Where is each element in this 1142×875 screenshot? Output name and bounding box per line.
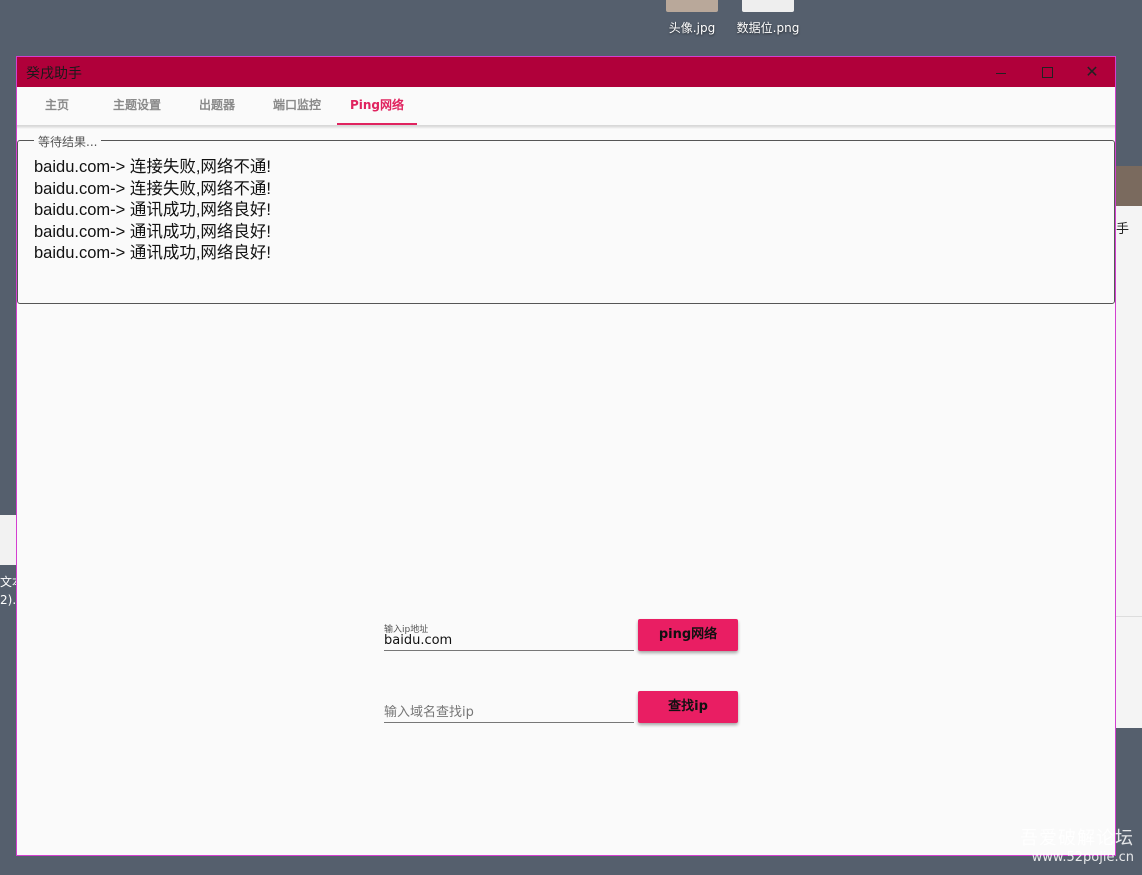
tab-bar: 主页 主题设置 出题器 端口监控 Ping网络 — [17, 87, 1115, 126]
domain-input[interactable] — [384, 705, 634, 723]
maximize-icon — [1041, 66, 1053, 78]
image-thumbnail-icon — [666, 0, 718, 12]
ip-input[interactable] — [384, 633, 634, 651]
tab-port-monitor[interactable]: 端口监控 — [257, 87, 337, 125]
image-thumbnail-icon — [742, 0, 794, 12]
tab-question-generator[interactable]: 出题器 — [177, 87, 257, 125]
app-window: 癸戌助手 ✕ 主页 主题设置 出题器 端口监控 Ping网络 等待结果... b… — [16, 56, 1116, 856]
results-legend: 等待结果... — [34, 133, 102, 150]
tab-ping-network[interactable]: Ping网络 — [337, 87, 417, 125]
tab-theme-settings[interactable]: 主题设置 — [97, 87, 177, 125]
minimize-button[interactable] — [978, 57, 1024, 87]
desktop-icon-data-png[interactable]: 数据位.png — [733, 0, 803, 36]
close-button[interactable]: ✕ — [1069, 57, 1115, 87]
result-line: baidu.com-> 通讯成功,网络良好! — [34, 222, 272, 241]
maximize-button[interactable] — [1024, 57, 1070, 87]
close-icon: ✕ — [1085, 62, 1099, 81]
background-window: 手 — [1112, 166, 1142, 728]
tab-home[interactable]: 主页 — [17, 87, 97, 125]
results-text: baidu.com-> 连接失败,网络不通! baidu.com-> 连接失败,… — [34, 157, 271, 265]
find-ip-button[interactable]: 查找ip — [638, 691, 738, 723]
desktop-icon-avatar-jpg[interactable]: 头像.jpg — [657, 0, 727, 36]
background-file-thumbnail — [0, 515, 16, 565]
result-line: baidu.com-> 连接失败,网络不通! — [34, 158, 272, 176]
tab-bar-shadow — [17, 126, 1115, 129]
watermark: 吾爱破解论坛 www.52pojie.cn — [1020, 828, 1134, 865]
result-line: baidu.com-> 连接失败,网络不通! — [34, 179, 272, 198]
result-line: baidu.com-> 通讯成功,网络良好! — [34, 201, 272, 220]
window-title: 癸戌助手 — [26, 66, 82, 82]
ping-button[interactable]: ping网络 — [638, 619, 738, 651]
desktop-icon-label: 数据位.png — [736, 21, 800, 35]
results-groupbox: 等待结果... baidu.com-> 连接失败,网络不通! baidu.com… — [17, 133, 1115, 304]
background-window-text: 手 — [1116, 222, 1130, 237]
minimize-icon — [996, 72, 1006, 74]
title-bar[interactable]: 癸戌助手 ✕ — [17, 57, 1115, 87]
desktop-icon-label: 头像.jpg — [668, 21, 716, 35]
result-line: baidu.com-> 通讯成功,网络良好! — [34, 244, 272, 263]
